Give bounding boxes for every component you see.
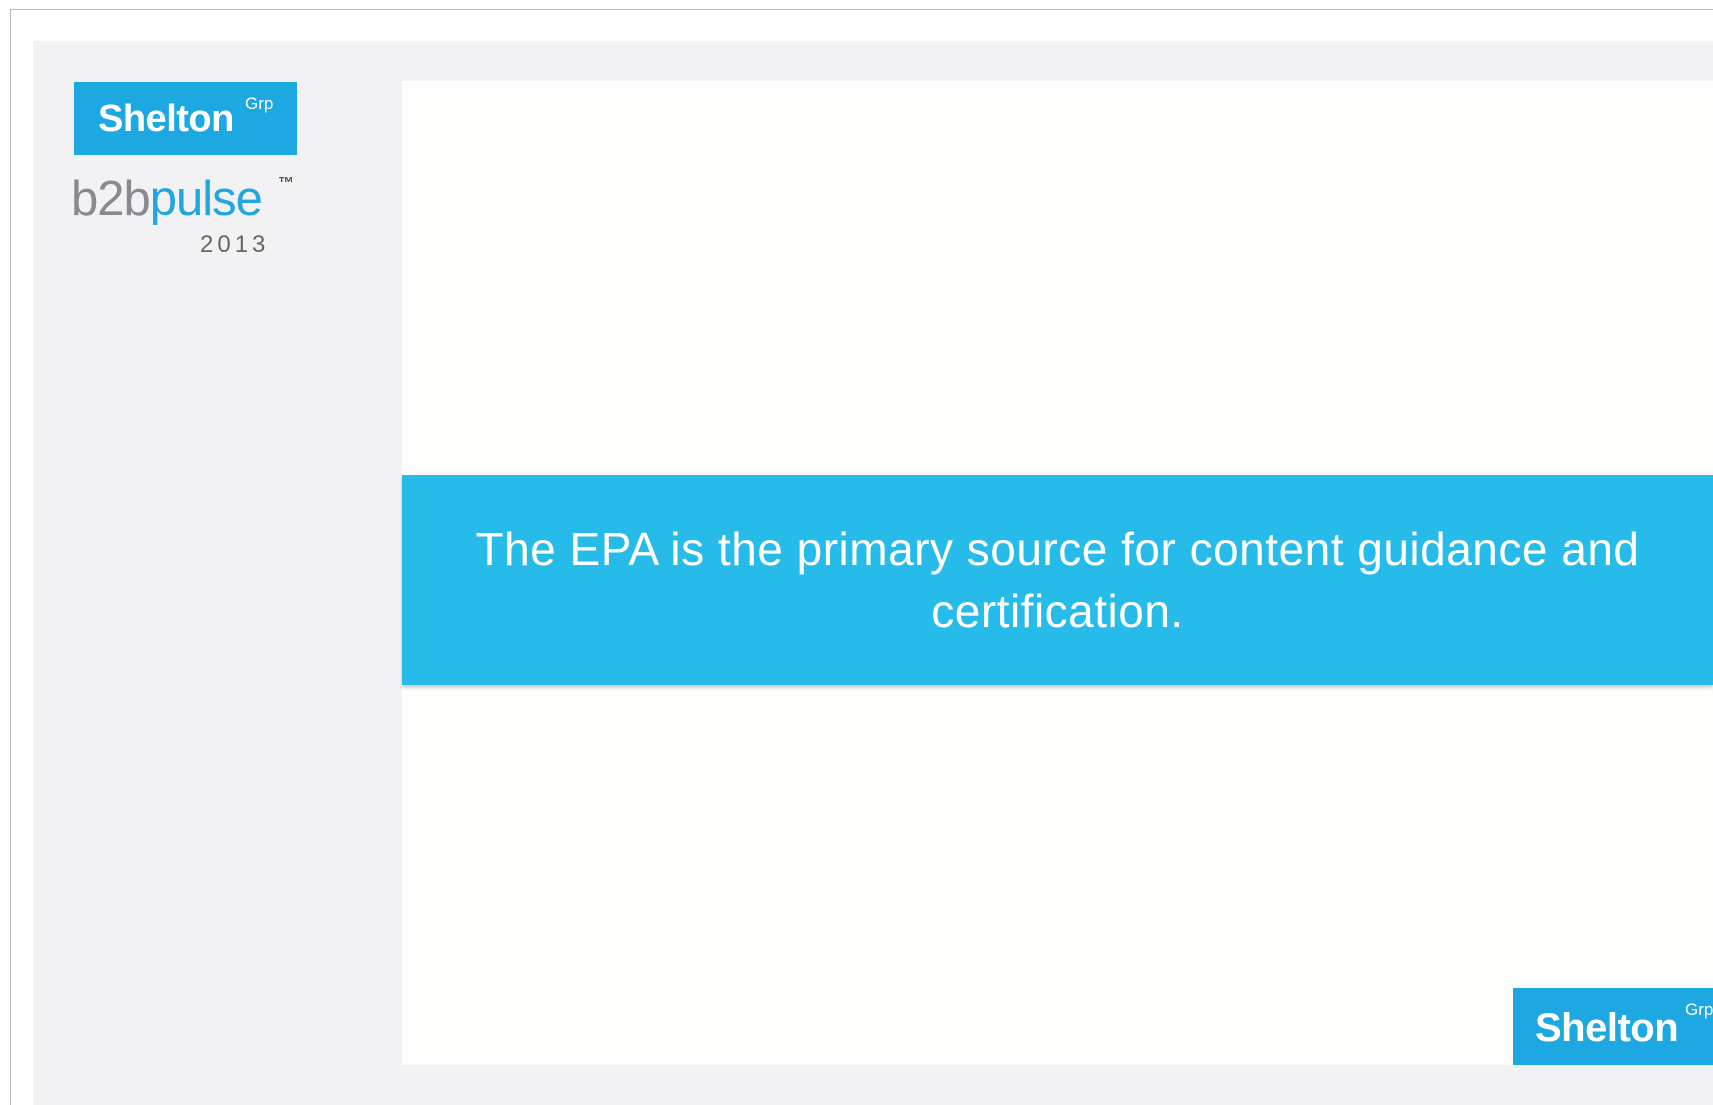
footer-shelton-grp-logo: Shelton Grp (1513, 988, 1713, 1065)
shelton-grp-logo: Shelton Grp (74, 82, 297, 155)
quote-text: The EPA is the primary source for conten… (475, 523, 1640, 637)
product-name-part2: pulse (149, 172, 263, 226)
slide: Shelton Grp b2bpulse ™ 2013 The EPA is t… (33, 41, 1713, 1105)
b2bpulse-logo: b2bpulse ™ 2013 (71, 171, 311, 261)
product-name: b2bpulse (71, 171, 263, 227)
footer-logo-company-suffix: Grp (1685, 1000, 1713, 1019)
content-panel: The EPA is the primary source for conten… (402, 81, 1713, 1065)
logo-company-name: Shelton (98, 98, 234, 140)
product-year: 2013 (200, 231, 270, 258)
product-name-part1: b2b (71, 172, 151, 226)
footer-logo-company-name: Shelton (1535, 1006, 1679, 1050)
logo-company-suffix: Grp (245, 94, 274, 113)
quote-band: The EPA is the primary source for conten… (402, 475, 1713, 685)
trademark-symbol: ™ (278, 175, 294, 192)
